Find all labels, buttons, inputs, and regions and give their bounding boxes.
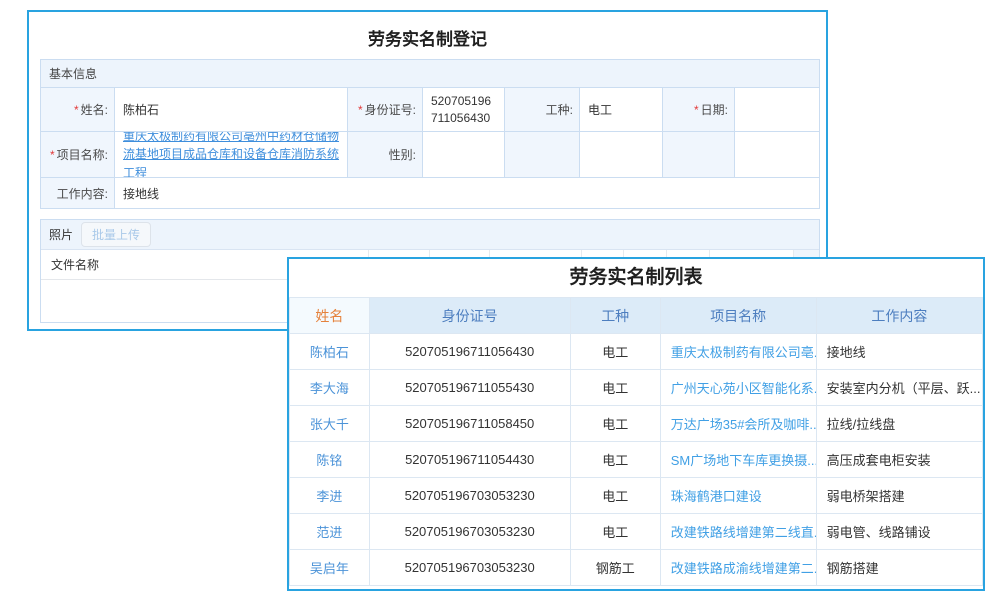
work-type-cell: 电工 bbox=[570, 334, 660, 370]
work-content-cell: 弱电桥架搭建 bbox=[816, 478, 982, 514]
name-link[interactable]: 李进 bbox=[316, 489, 342, 504]
name-link[interactable]: 陈柏石 bbox=[310, 345, 349, 360]
form-row-2: *项目名称: 重庆太极制药有限公司亳州中药材仓储物流基地项目成品仓库和设备仓库消… bbox=[41, 132, 819, 178]
id-number-cell: 520705196711055430 bbox=[369, 370, 570, 406]
column-header-name: 姓名 bbox=[290, 298, 370, 334]
date-label: *日期: bbox=[663, 88, 735, 131]
basic-info-section: 基本信息 *姓名: 陈柏石 *身份证号: 520705196711056430 … bbox=[40, 59, 820, 209]
table-row: 范进 520705196703053230电工改建铁路线增建第二线直...弱电管、… bbox=[290, 514, 983, 550]
name-link[interactable]: 李大海 bbox=[310, 381, 349, 396]
work-type-cell: 电工 bbox=[570, 442, 660, 478]
project-cell: 广州天心苑小区智能化系... bbox=[660, 370, 816, 406]
id-number-label: *身份证号: bbox=[348, 88, 423, 131]
id-number-cell: 520705196711056430 bbox=[369, 334, 570, 370]
column-header-project: 项目名称 bbox=[660, 298, 816, 334]
list-table-body: 陈柏石520705196711056430电工重庆太极制药有限公司亳...接地线… bbox=[290, 334, 983, 586]
id-number-cell: 520705196703053230 bbox=[369, 514, 570, 550]
project-link[interactable]: 重庆太极制药有限公司亳... bbox=[671, 345, 816, 360]
work-type-label: 工种: bbox=[505, 88, 580, 131]
photo-section-header: 照片 批量上传 bbox=[41, 220, 819, 250]
table-row: 李进 520705196703053230电工珠海鹤港口建设 弱电桥架搭建 bbox=[290, 478, 983, 514]
basic-info-header: 基本信息 bbox=[41, 60, 819, 88]
name-cell: 陈柏石 bbox=[290, 334, 370, 370]
project-link[interactable]: 改建铁路线增建第二线直... bbox=[671, 525, 816, 540]
project-cell: 重庆太极制药有限公司亳... bbox=[660, 334, 816, 370]
form-title: 劳务实名制登记 bbox=[29, 12, 826, 57]
id-number-cell: 520705196703053230 bbox=[369, 478, 570, 514]
project-cell: 万达广场35#会所及咖啡... bbox=[660, 406, 816, 442]
name-cell: 陈铭 bbox=[290, 442, 370, 478]
name-cell: 李进 bbox=[290, 478, 370, 514]
table-row: 吴启年 520705196703053230钢筋工改建铁路成渝线增建第二...钢筋… bbox=[290, 550, 983, 586]
name-field[interactable]: 陈柏石 bbox=[115, 88, 348, 131]
work-content-cell: 弱电管、线路铺设 bbox=[816, 514, 982, 550]
project-field: 重庆太极制药有限公司亳州中药材仓储物流基地项目成品仓库和设备仓库消防系统工程 bbox=[115, 132, 348, 177]
empty-value-cell bbox=[580, 132, 663, 177]
id-number-field[interactable]: 520705196711056430 bbox=[423, 88, 505, 131]
gender-label: 性别: bbox=[348, 132, 423, 177]
id-number-cell: 520705196711058450 bbox=[369, 406, 570, 442]
dialog-title: 劳务实名制列表 bbox=[289, 259, 983, 297]
project-label: *项目名称: bbox=[41, 132, 115, 177]
table-row: 陈铭 520705196711054430电工 SM广场地下车库更换摄...高压成套… bbox=[290, 442, 983, 478]
table-row: 陈柏石 520705196711056430电工重庆太极制药有限公司亳...接地线 bbox=[290, 334, 983, 370]
project-cell: 改建铁路线增建第二线直... bbox=[660, 514, 816, 550]
project-link[interactable]: 广州天心苑小区智能化系... bbox=[671, 381, 816, 396]
project-link[interactable]: 珠海鹤港口建设 bbox=[671, 489, 762, 504]
photo-label: 照片 bbox=[49, 226, 73, 243]
work-type-cell: 电工 bbox=[570, 370, 660, 406]
id-number-cell: 520705196711054430 bbox=[369, 442, 570, 478]
date-field[interactable] bbox=[735, 88, 819, 131]
project-cell: 珠海鹤港口建设 bbox=[660, 478, 816, 514]
column-header-work-type: 工种 bbox=[570, 298, 660, 334]
empty-label-cell bbox=[663, 132, 735, 177]
screen: 劳务实名制登记 基本信息 *姓名: 陈柏石 *身份证号: 52070519671… bbox=[0, 0, 1000, 600]
form-row-1: *姓名: 陈柏石 *身份证号: 520705196711056430 工种: 电… bbox=[41, 88, 819, 132]
name-cell: 范进 bbox=[290, 514, 370, 550]
required-mark: * bbox=[358, 103, 363, 117]
column-header-work-content: 工作内容 bbox=[816, 298, 982, 334]
table-header-row: 姓名 身份证号 工种 项目名称 工作内容 bbox=[290, 298, 983, 334]
name-cell: 张大千 bbox=[290, 406, 370, 442]
work-type-cell: 电工 bbox=[570, 514, 660, 550]
required-mark: * bbox=[74, 103, 79, 117]
project-link[interactable]: 重庆太极制药有限公司亳州中药材仓储物流基地项目成品仓库和设备仓库消防系统工程 bbox=[123, 132, 339, 177]
table-row: 张大千 520705196711058450电工万达广场35#会所及咖啡...拉线… bbox=[290, 406, 983, 442]
name-link[interactable]: 吴启年 bbox=[310, 561, 349, 576]
project-link[interactable]: SM广场地下车库更换摄... bbox=[671, 453, 816, 468]
empty-label-cell bbox=[505, 132, 580, 177]
gender-field[interactable] bbox=[423, 132, 505, 177]
labor-list-table: 姓名 身份证号 工种 项目名称 工作内容 陈柏石 5207051967110564… bbox=[289, 297, 983, 586]
required-mark: * bbox=[50, 148, 55, 162]
form-row-3: 工作内容: 接地线 bbox=[41, 178, 819, 208]
column-header-id: 身份证号 bbox=[369, 298, 570, 334]
work-type-cell: 钢筋工 bbox=[570, 550, 660, 586]
name-link[interactable]: 范进 bbox=[316, 525, 342, 540]
work-type-cell: 电工 bbox=[570, 478, 660, 514]
work-type-cell: 电工 bbox=[570, 406, 660, 442]
name-cell: 吴启年 bbox=[290, 550, 370, 586]
table-row: 李大海 520705196711055430电工广州天心苑小区智能化系...安装室… bbox=[290, 370, 983, 406]
name-cell: 李大海 bbox=[290, 370, 370, 406]
work-content-field[interactable]: 接地线 bbox=[115, 178, 819, 208]
work-content-cell: 接地线 bbox=[816, 334, 982, 370]
work-content-cell: 拉线/拉线盘 bbox=[816, 406, 982, 442]
work-content-cell: 安装室内分机（平层、跃... bbox=[816, 370, 982, 406]
project-link[interactable]: 改建铁路成渝线增建第二... bbox=[671, 561, 816, 576]
work-content-label: 工作内容: bbox=[41, 178, 115, 208]
work-content-cell: 高压成套电柜安装 bbox=[816, 442, 982, 478]
name-link[interactable]: 张大千 bbox=[310, 417, 349, 432]
work-type-field[interactable]: 电工 bbox=[580, 88, 663, 131]
id-number-cell: 520705196703053230 bbox=[369, 550, 570, 586]
project-cell: SM广场地下车库更换摄... bbox=[660, 442, 816, 478]
name-label: *姓名: bbox=[41, 88, 115, 131]
empty-value-cell bbox=[735, 132, 819, 177]
name-link[interactable]: 陈铭 bbox=[316, 453, 342, 468]
batch-upload-button[interactable]: 批量上传 bbox=[81, 222, 151, 247]
list-dialog: 劳务实名制列表 姓名 身份证号 工种 项目名称 工作内容 陈柏石 52070519… bbox=[287, 257, 985, 591]
project-link[interactable]: 万达广场35#会所及咖啡... bbox=[671, 417, 816, 432]
work-content-cell: 钢筋搭建 bbox=[816, 550, 982, 586]
project-cell: 改建铁路成渝线增建第二... bbox=[660, 550, 816, 586]
required-mark: * bbox=[694, 103, 699, 117]
